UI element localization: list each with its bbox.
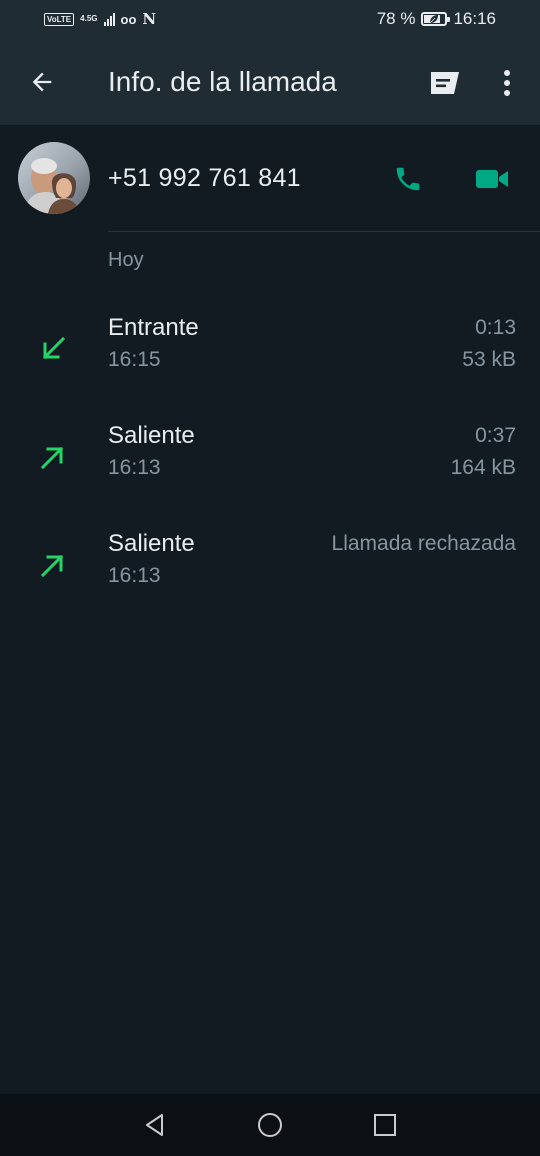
call-duration: 0:13 [475, 316, 516, 339]
call-duration: 0:37 [475, 424, 516, 447]
status-bar-left: VoLTE 4.5G oo N [44, 10, 156, 28]
call-data-size: 164 kB [450, 456, 516, 479]
battery-icon [421, 12, 451, 26]
status-bar-right: 78 % 16:16 [377, 9, 496, 29]
call-log-row[interactable]: Saliente 16:13 Llamada rechazada [0, 518, 540, 618]
video-icon [476, 170, 508, 188]
call-type: Saliente [108, 422, 195, 449]
more-vert-icon [504, 70, 510, 96]
network-type: 4.5G [80, 14, 98, 23]
call-log-row[interactable]: Saliente 16:13 0:37 164 kB [0, 410, 540, 510]
nav-back-icon[interactable] [140, 1110, 170, 1140]
battery-percent: 78 % [376, 9, 416, 28]
call-time: 16:15 [108, 348, 161, 371]
volte-icon: VoLTE [44, 12, 75, 26]
contact-phone-number: +51 992 761 841 [108, 164, 301, 192]
app-bar: Info. de la llamada [0, 42, 540, 125]
system-nav-bar [0, 1094, 540, 1156]
leaf-icon [430, 15, 439, 24]
call-status: Llamada rechazada [331, 532, 516, 555]
avatar[interactable] [18, 142, 90, 214]
signal-icon [103, 12, 115, 26]
back-arrow-icon [32, 72, 52, 92]
call-type: Saliente [108, 530, 195, 557]
more-options-button[interactable] [492, 66, 522, 100]
incoming-arrow-icon [42, 336, 66, 360]
avatar-photo [18, 142, 90, 214]
message-icon [431, 72, 459, 94]
nav-home-icon[interactable] [256, 1111, 284, 1139]
n-icon: N [142, 10, 157, 28]
outgoing-arrow-icon [40, 554, 64, 578]
status-bar: VoLTE 4.5G oo N 78 % 16:16 [0, 0, 540, 42]
contact-header: +51 992 761 841 [0, 125, 540, 231]
page-title: Info. de la llamada [108, 66, 337, 97]
clock: 16:16 [453, 9, 496, 28]
outgoing-arrow-icon [40, 446, 64, 470]
call-data-size: 53 kB [462, 348, 516, 371]
message-button[interactable] [424, 66, 464, 100]
section-label-today: Hoy [108, 249, 144, 271]
call-time: 16:13 [108, 564, 161, 587]
call-type: Entrante [108, 314, 199, 341]
voice-call-button[interactable] [390, 161, 426, 197]
nav-recents-icon[interactable] [371, 1111, 399, 1139]
call-time: 16:13 [108, 456, 161, 479]
video-call-button[interactable] [472, 161, 512, 197]
back-button[interactable] [24, 64, 60, 100]
call-log-row[interactable]: Entrante 16:15 0:13 53 kB [0, 302, 540, 402]
divider [108, 231, 540, 232]
phone-icon [396, 167, 420, 191]
voicemail-icon: oo [120, 11, 137, 27]
